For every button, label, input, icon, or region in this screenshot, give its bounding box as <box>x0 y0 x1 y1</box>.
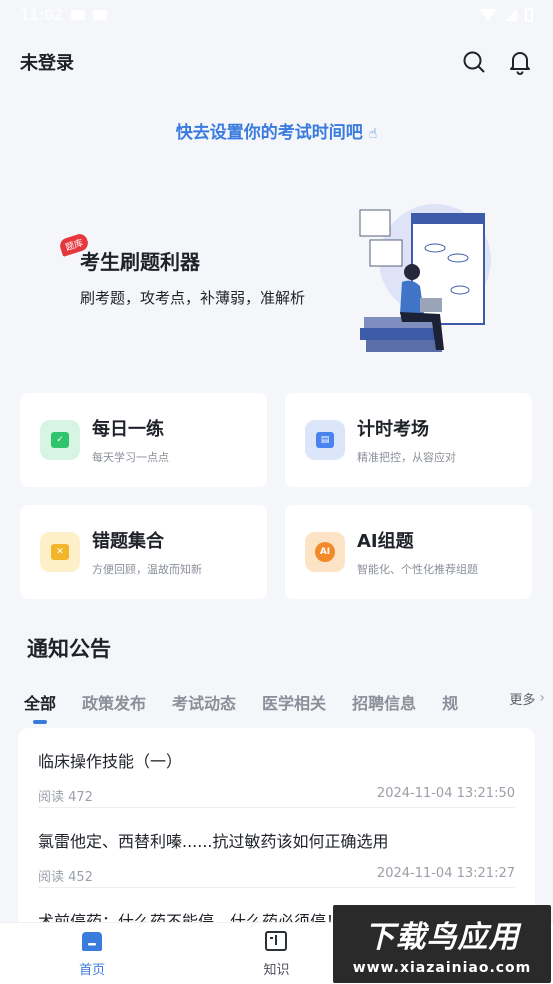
tab-exam-news[interactable]: 考试动态 <box>172 690 236 714</box>
publish-date: 2024-11-04 13:21:27 <box>376 866 515 881</box>
card-title: AI组题 <box>357 531 414 552</box>
card-subtitle: 方便回顾，温故而知新 <box>92 563 202 576</box>
ai-quiz-card[interactable]: AI AI组题 智能化、个性化推荐组题 <box>285 505 532 599</box>
app-notification-icon <box>93 10 108 20</box>
tab-medical[interactable]: 医学相关 <box>262 690 326 714</box>
home-icon <box>82 932 103 951</box>
ai-icon: AI <box>305 532 345 572</box>
more-label: 更多 <box>509 692 536 708</box>
feature-grid: ✓ 每日一练 每天学习一点点 ▤ 计时考场 精准把控，从容应对 ✕ 错题集合 方… <box>20 393 533 599</box>
card-title: 错题集合 <box>92 531 164 552</box>
exam-time-prompt[interactable]: 快去设置你的考试时间吧 ☝ <box>0 118 553 143</box>
notice-tabs: 全部 政策发布 考试动态 医学相关 招聘信息 规 更多 › <box>0 684 553 720</box>
tab-recruitment[interactable]: 招聘信息 <box>352 690 416 714</box>
student-study-illustration <box>359 204 491 352</box>
wrong-x-icon: ✕ <box>40 532 80 572</box>
hero-subtitle: 刷考题，攻考点，补薄弱，准解析 <box>80 289 306 307</box>
tab-policy[interactable]: 政策发布 <box>82 690 146 714</box>
wrong-questions-card[interactable]: ✕ 错题集合 方便回顾，温故而知新 <box>20 505 267 599</box>
daily-practice-card[interactable]: ✓ 每日一练 每天学习一点点 <box>20 393 267 487</box>
status-time: 11:02 <box>20 6 64 24</box>
book-icon <box>265 931 288 951</box>
notification-button[interactable] <box>507 49 533 75</box>
list-item[interactable]: 临床操作技能（一） 阅读 472 2024-11-04 13:21:50 <box>38 728 515 808</box>
card-subtitle: 每天学习一点点 <box>92 451 169 464</box>
list-item[interactable]: 氯雷他定、西替利嗪......抗过敏药该如何正确选用 阅读 452 2024-1… <box>38 808 515 888</box>
read-count: 阅读 452 <box>38 870 93 885</box>
nav-home[interactable]: 首页 <box>0 923 184 984</box>
header: 未登录 <box>0 42 553 82</box>
notice-title: 氯雷他定、西替利嗪......抗过敏药该如何正确选用 <box>38 832 389 851</box>
exam-time-prompt-text: 快去设置你的考试时间吧 <box>175 123 363 143</box>
notification-icon <box>71 10 86 20</box>
search-button[interactable] <box>461 49 487 75</box>
card-subtitle: 精准把控，从容应对 <box>357 451 456 464</box>
watermark-title: 下载鸟应用 <box>364 920 520 955</box>
search-icon <box>463 51 485 73</box>
read-count: 阅读 472 <box>38 790 93 805</box>
card-title: 计时考场 <box>357 419 429 440</box>
nav-knowledge-label: 知识 <box>263 963 290 978</box>
check-calendar-icon: ✓ <box>40 420 80 460</box>
status-bar: 11:02 <box>0 0 553 30</box>
nav-home-label: 首页 <box>79 963 106 978</box>
notice-list: 临床操作技能（一） 阅读 472 2024-11-04 13:21:50 氯雷他… <box>18 728 535 928</box>
wifi-icon <box>479 9 497 21</box>
signal-icon <box>505 9 517 21</box>
more-tabs-button[interactable]: 更多 › <box>495 684 545 712</box>
hero-banner[interactable]: 题库 考生刷题利器 刷考题，攻考点，补薄弱，准解析 <box>0 180 553 370</box>
publish-date: 2024-11-04 13:21:50 <box>376 786 515 801</box>
timed-exam-card[interactable]: ▤ 计时考场 精准把控，从容应对 <box>285 393 532 487</box>
card-subtitle: 智能化、个性化推荐组题 <box>357 563 478 576</box>
exam-paper-icon: ▤ <box>305 420 345 460</box>
watermark-url: www.xiazainiao.com <box>352 960 532 976</box>
battery-icon <box>525 8 533 22</box>
card-title: 每日一练 <box>92 419 164 440</box>
login-status[interactable]: 未登录 <box>20 49 74 75</box>
tab-regulations[interactable]: 规 <box>442 690 458 714</box>
tab-all[interactable]: 全部 <box>24 690 56 714</box>
bell-icon <box>510 52 530 75</box>
pointer-hand-icon: ☝ <box>368 126 378 142</box>
chevron-right-icon: › <box>539 690 545 706</box>
notice-section-title: 通知公告 <box>27 637 111 661</box>
notice-title: 临床操作技能（一） <box>38 752 183 771</box>
site-watermark: 下载鸟应用 www.xiazainiao.com <box>333 905 551 983</box>
hero-title: 考生刷题利器 <box>80 250 200 274</box>
